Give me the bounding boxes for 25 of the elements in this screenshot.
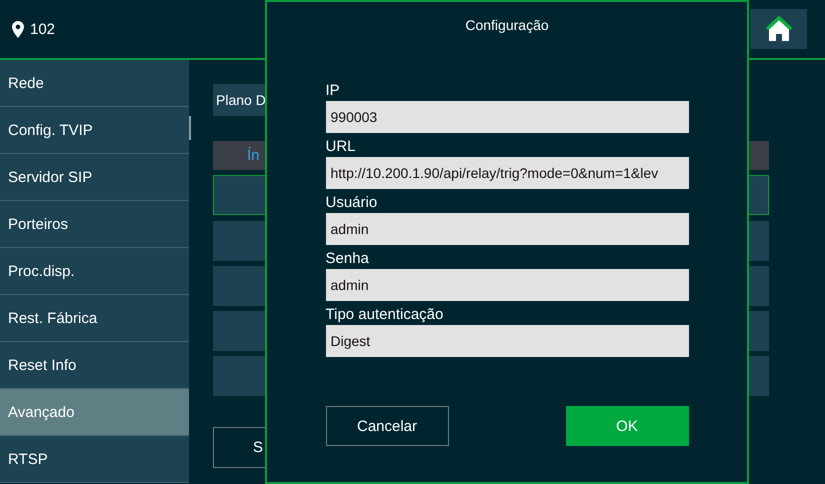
field-label: Tipo autenticação (326, 305, 444, 325)
sidebar-item[interactable]: Proc.disp. (0, 248, 189, 295)
sidebar-item[interactable]: Rede (0, 60, 189, 107)
input-field[interactable]: admin (326, 213, 688, 245)
home-icon (764, 16, 792, 42)
field-label: IP (326, 81, 341, 101)
sidebar-item[interactable]: Reset Info (0, 342, 189, 389)
input-field[interactable]: 990003 (326, 101, 688, 133)
input-field[interactable]: http://10.200.1.90/api/relay/trig?mode=0&num=1&lev (326, 157, 688, 189)
input-field[interactable]: admin (326, 269, 688, 301)
home-button[interactable] (750, 9, 807, 49)
input-field[interactable]: Digest (326, 325, 688, 357)
field-label: Senha (326, 249, 370, 269)
sidebar-item[interactable]: Rest. Fábrica (0, 295, 189, 342)
dialog-title: Configuração (465, 17, 549, 33)
scrollbar (189, 116, 191, 140)
sidebar-item[interactable]: Config. TVIP (0, 107, 189, 154)
location-pin-icon (12, 20, 24, 38)
field-label: Usuário (326, 193, 378, 213)
sidebar-item[interactable]: Avançado (0, 389, 189, 436)
sidebar-item[interactable]: Servidor SIP (0, 154, 189, 201)
location-label: 102 (30, 20, 56, 38)
sidebar-item[interactable]: Porteiros (0, 201, 189, 248)
sidebar-item[interactable]: RTSP (0, 436, 189, 483)
cancel-button[interactable]: Cancelar (326, 406, 448, 446)
